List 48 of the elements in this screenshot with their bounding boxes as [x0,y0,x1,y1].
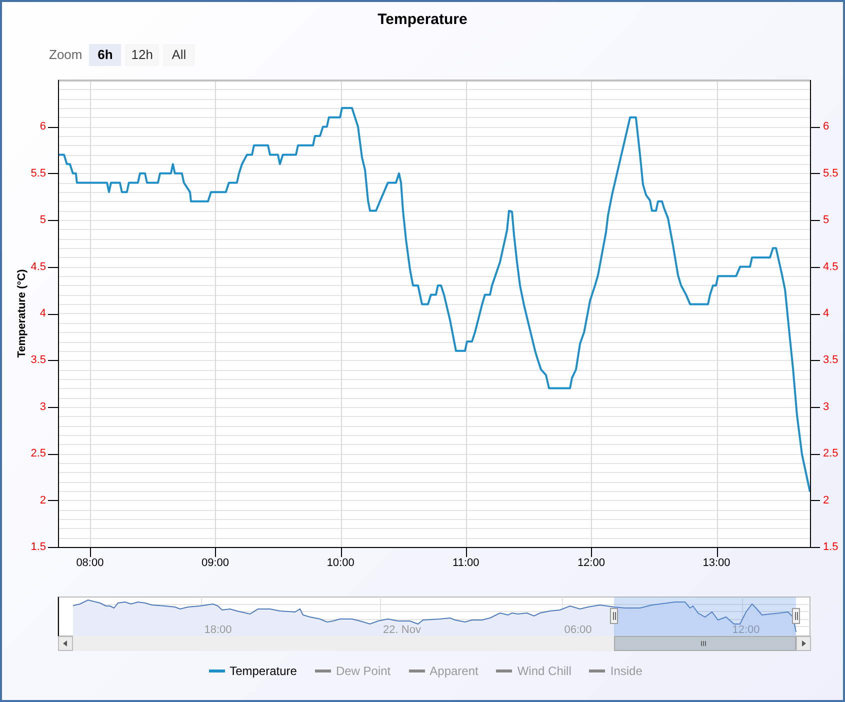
navigator-handle[interactable] [610,608,618,624]
axis-label: 5 [40,214,46,226]
line-symbol-icon [314,669,331,673]
scrollbar-thumb[interactable] [614,636,796,651]
axis-label: 1.5 [823,541,838,553]
axis-label: 3 [40,400,46,413]
axis-label: 5.5 [30,167,46,180]
navigator-handle[interactable] [792,608,800,624]
navigator-label: 18:00 [204,624,232,636]
zoom-label: Zoom [49,47,82,62]
axis-label: 13:00 [702,557,730,569]
axis-label: 2.5 [30,448,46,460]
axis-label: 4.5 [30,260,46,273]
axis-label: 5.5 [823,167,838,180]
axis-label: 4.5 [823,260,838,273]
axis-label: 4 [40,308,46,320]
axis-label: 08:00 [76,557,104,569]
line-symbol-icon [589,669,606,673]
zoom-button[interactable]: 6h [89,44,122,66]
axis-label: 11:00 [452,557,480,569]
navigator-selection[interactable] [614,597,796,636]
line-symbol-icon [408,669,425,673]
axis-label: 10:00 [326,557,354,569]
axis-label: 09:00 [202,557,230,569]
axis-label: 2.5 [823,448,838,460]
scroll-right-button[interactable] [796,636,811,651]
axis-label: 2 [823,494,830,506]
axis-label: 12:00 [577,557,605,569]
line-symbol-icon [208,669,225,673]
zoom-button[interactable]: All [162,44,195,66]
axis-label: 2 [40,494,46,506]
navigator-label: 06:00 [564,624,592,636]
axis-label: 3 [823,400,830,413]
scroll-left-button[interactable] [58,636,73,651]
legend-item[interactable]: Temperature [208,664,297,678]
axis-label: 3.5 [823,354,838,366]
navigator-label: 22. Nov [383,624,421,636]
axis-label: 4 [823,308,830,320]
axis-label: 3.5 [30,354,46,366]
axis-title: Temperature (°C) [16,269,28,358]
line-symbol-icon [496,669,512,673]
axis-label: 6 [40,120,46,133]
axis-label: 1.5 [30,541,46,553]
chart-title: Temperature [378,10,468,30]
axis-label: 5 [823,214,830,226]
axis-label: 6 [823,120,830,133]
navigator-label: 12:00 [732,624,760,636]
zoom-button[interactable]: 12h [125,44,159,66]
